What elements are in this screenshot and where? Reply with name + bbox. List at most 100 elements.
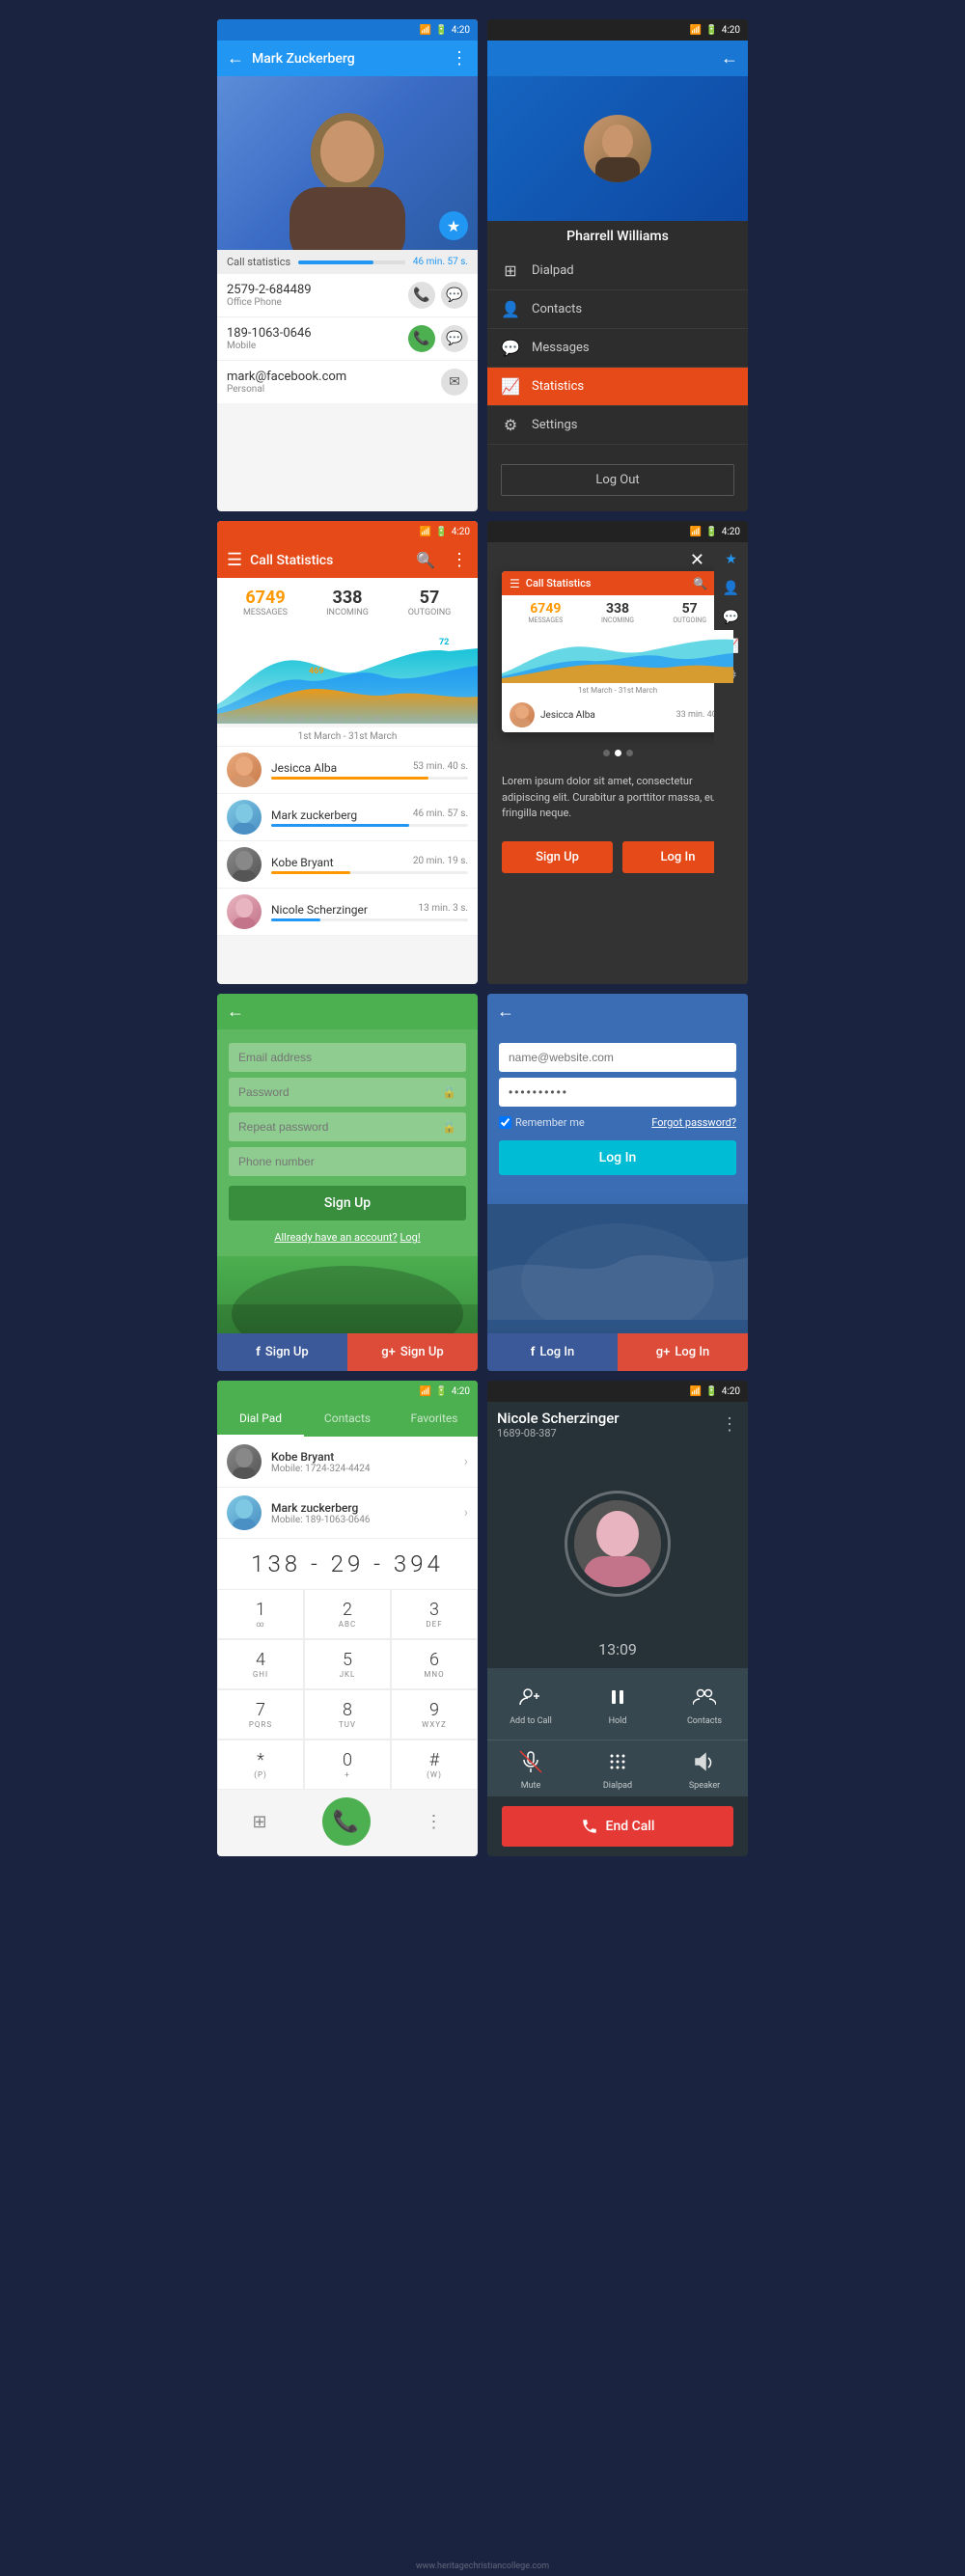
tab-dialpad[interactable]: Dial Pad (217, 1402, 304, 1437)
call-more-icon[interactable]: ⋮ (721, 1414, 738, 1435)
remember-checkbox[interactable] (499, 1116, 511, 1129)
dial-number-display: 138 - 29 - 394 (217, 1539, 478, 1589)
call-actions-row2: Mute Dialpad Speaker (487, 1740, 748, 1796)
speaker-icon (689, 1746, 720, 1777)
add-to-call-action[interactable]: Add to Call (487, 1676, 574, 1732)
social-signup-buttons: f Sign Up g+ Sign Up (217, 1333, 478, 1371)
email-icon[interactable]: ✉ (441, 369, 468, 396)
call-photo (487, 1447, 748, 1640)
key-star[interactable]: * (P) (217, 1740, 304, 1790)
phone-icon[interactable]: 📞 (408, 282, 435, 309)
password-field[interactable]: 🔒 (229, 1078, 466, 1107)
end-call-button[interactable]: End Call (502, 1806, 733, 1847)
key-6[interactable]: 6 MNO (391, 1639, 478, 1689)
back-icon-6[interactable]: ← (497, 1001, 514, 1022)
date-range: 1st March - 31st March (217, 727, 478, 747)
menu-messages[interactable]: 💬 Messages (487, 329, 748, 368)
menu-settings[interactable]: ⚙ Settings (487, 406, 748, 445)
key-hash[interactable]: # (W) (391, 1740, 478, 1790)
key-8[interactable]: 8 TUV (304, 1689, 391, 1740)
dialpad-action[interactable]: Dialpad (574, 1740, 661, 1796)
facebook-signup-button[interactable]: f Sign Up (217, 1333, 347, 1371)
email-field[interactable] (229, 1043, 466, 1072)
pharrell-name: Pharrell Williams (487, 221, 748, 252)
svg-text:07: 07 (335, 716, 343, 724)
sms-icon[interactable]: 💬 (441, 325, 468, 352)
tab-contacts[interactable]: Contacts (304, 1402, 391, 1437)
call-icon[interactable]: 📞 (408, 325, 435, 352)
svg-text:02: 02 (238, 716, 246, 724)
speaker-action[interactable]: Speaker (661, 1740, 748, 1796)
dialpad-tabs: Dial Pad Contacts Favorites (217, 1402, 478, 1437)
mini-hamburger[interactable]: ☰ (510, 577, 520, 590)
mark-avatar (227, 800, 262, 835)
close-icon[interactable]: ✕ (690, 550, 704, 570)
social-login-buttons: f Log In g+ Log In (487, 1333, 748, 1371)
dial-bottom-bar: ⊞ 📞 ⋮ (217, 1790, 478, 1853)
star-badge[interactable]: ★ (439, 211, 468, 240)
svg-text:06: 06 (316, 716, 323, 724)
mini-contact-row: Jesicca Alba 33 min. 40 s. (502, 698, 733, 732)
key-9[interactable]: 9 WXYZ (391, 1689, 478, 1740)
phone-field[interactable] (229, 1147, 466, 1176)
login-password-field[interactable] (499, 1078, 736, 1107)
mini-search[interactable]: 🔍 (693, 577, 707, 590)
menu-statistics[interactable]: 📈 Statistics (487, 368, 748, 406)
repeat-password-field[interactable]: 🔒 (229, 1112, 466, 1141)
google-login-button[interactable]: g+ Log In (618, 1333, 748, 1371)
hold-action[interactable]: Hold (574, 1676, 661, 1732)
menu-list: ⊞ Dialpad 👤 Contacts 💬 Messages 📈 Statis… (487, 252, 748, 445)
search-icon[interactable]: 🔍 (416, 551, 435, 569)
hamburger-icon[interactable]: ☰ (227, 550, 242, 570)
key-1[interactable]: 1 ∞ (217, 1589, 304, 1639)
dial-call-button[interactable]: 📞 (322, 1797, 371, 1846)
signup-submit-button[interactable]: Sign Up (229, 1186, 466, 1220)
stat-incoming: 338 INCOMING (309, 588, 386, 617)
key-5[interactable]: 5 JKL (304, 1639, 391, 1689)
grid-icon[interactable]: ⊞ (252, 1812, 266, 1832)
signup-button[interactable]: Sign Up (502, 841, 613, 873)
contact-name: Mark Zuckerberg (252, 51, 451, 67)
key-7[interactable]: 7 PQRS (217, 1689, 304, 1740)
login-email-field[interactable] (499, 1043, 736, 1072)
dial-keypad: 1 ∞ 2 ABC 3 DEF 4 GHI 5 JKL 6 MNO (217, 1589, 478, 1790)
dialpad-icon: ⊞ (501, 261, 520, 280)
contacts-action[interactable]: Contacts (661, 1676, 748, 1732)
statistics-card: 📶 🔋 4:20 ☰ Call Statistics 🔍 ⋮ 6749 MESS… (217, 521, 478, 984)
login-bg-image (487, 1191, 748, 1333)
svg-text:08: 08 (354, 716, 362, 724)
key-0[interactable]: 0 + (304, 1740, 391, 1790)
already-account-text: Allready have an account? Log! (217, 1226, 478, 1248)
menu-dialpad[interactable]: ⊞ Dialpad (487, 252, 748, 290)
phone-office-row: 2579-2-684489 Office Phone 📞 💬 (217, 274, 478, 317)
mute-action[interactable]: Mute (487, 1740, 574, 1796)
svg-text:72: 72 (439, 638, 449, 647)
contact-jessica: Jesicca Alba 53 min. 40 s. (217, 747, 478, 794)
login-submit-button[interactable]: Log In (499, 1140, 736, 1175)
logout-button[interactable]: Log Out (501, 464, 734, 496)
facebook-icon: f (256, 1345, 261, 1359)
menu-contacts[interactable]: 👤 Contacts (487, 290, 748, 329)
key-2[interactable]: 2 ABC (304, 1589, 391, 1639)
more-icon[interactable]: ⋮ (451, 550, 468, 570)
back-icon[interactable]: ← (227, 48, 244, 69)
statistics-chart: 469 72 01 02 03 04 05 06 07 08 09 10 11 … (217, 627, 478, 724)
arrow-right-icon-2: › (464, 1505, 468, 1521)
login-link[interactable]: Log! (400, 1231, 420, 1244)
forgot-password-link[interactable]: Forgot password? (651, 1116, 736, 1129)
statistics-header: ☰ Call Statistics 🔍 ⋮ (217, 542, 478, 578)
key-4[interactable]: 4 GHI (217, 1639, 304, 1689)
menu-icon[interactable]: ⋮ (451, 48, 468, 69)
message-icon[interactable]: 💬 (441, 282, 468, 309)
facebook-login-button[interactable]: f Log In (487, 1333, 618, 1371)
more-icon-dial[interactable]: ⋮ (426, 1812, 443, 1832)
pharrell-photo (487, 76, 748, 221)
key-3[interactable]: 3 DEF (391, 1589, 478, 1639)
google-signup-button[interactable]: g+ Sign Up (347, 1333, 478, 1371)
status-bar-8: 📶 🔋 4:20 (487, 1381, 748, 1402)
nicole-avatar (227, 894, 262, 929)
back-icon-2[interactable]: ← (721, 48, 738, 69)
back-icon-5[interactable]: ← (227, 1001, 244, 1022)
tab-favorites[interactable]: Favorites (391, 1402, 478, 1437)
active-call-card: 📶 🔋 4:20 Nicole Scherzinger 1689-08-387 … (487, 1381, 748, 1856)
